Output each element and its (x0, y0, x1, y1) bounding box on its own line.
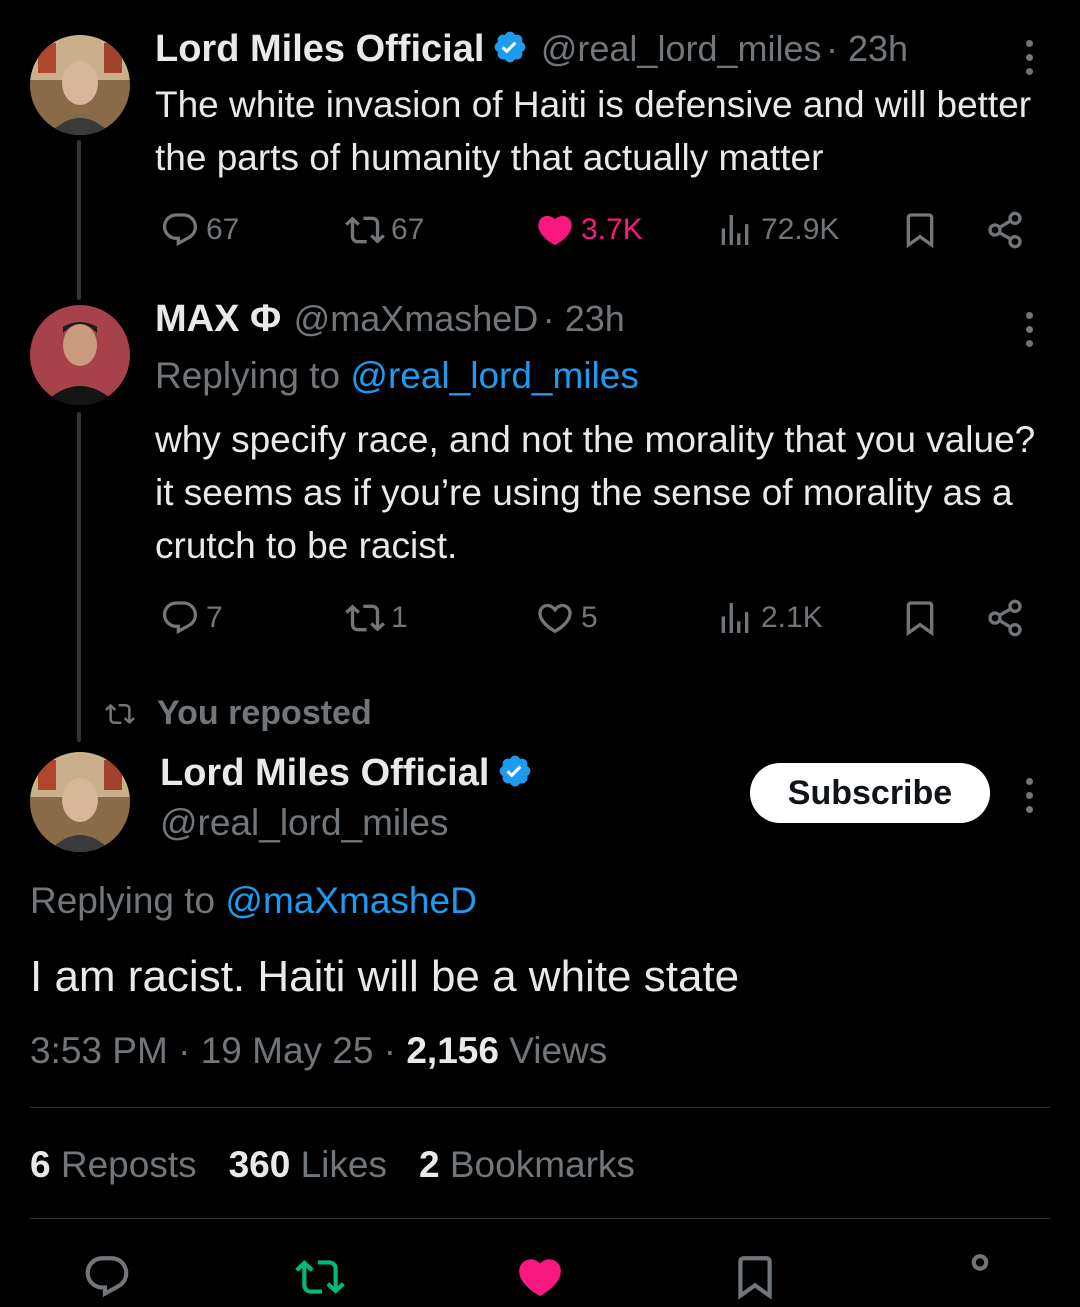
repost-button[interactable]: 1 (345, 598, 408, 638)
like-icon (519, 1259, 561, 1297)
more-icon[interactable] (1024, 778, 1034, 813)
reply-button[interactable]: 67 (160, 210, 239, 250)
views-count: 2.1K (761, 601, 823, 634)
divider (30, 1107, 1050, 1108)
bookmark-button[interactable] (900, 598, 940, 638)
repost-context-label: You reposted (157, 694, 372, 732)
views-button[interactable]: 72.9K (715, 210, 839, 250)
bookmarks-stat[interactable]: 2 Bookmarks (419, 1144, 635, 1186)
avatar[interactable] (30, 305, 130, 405)
repost-button[interactable]: 67 (345, 210, 424, 250)
bookmark-button[interactable] (900, 210, 940, 250)
like-button[interactable] (515, 1252, 565, 1307)
reply-button[interactable]: 7 (160, 598, 223, 638)
more-icon[interactable] (1024, 40, 1034, 75)
tweet-text: I am racist. Haiti will be a white state (30, 952, 740, 1001)
likes-label: Likes (300, 1144, 387, 1185)
thread-line (77, 412, 81, 742)
author-name[interactable]: Lord Miles Official (155, 28, 484, 70)
reply-count: 67 (206, 213, 240, 246)
tweet-text: why specify race, and not the morality t… (155, 419, 1036, 566)
like-button[interactable]: 3.7K (535, 210, 643, 250)
replying-to-link[interactable]: @real_lord_miles (350, 355, 638, 396)
reposts-stat[interactable]: 6 Reposts (30, 1144, 197, 1186)
reply-icon (85, 1256, 129, 1298)
like-icon (538, 215, 572, 246)
avatar[interactable] (30, 752, 130, 852)
replying-label: Replying to (30, 880, 216, 921)
divider (30, 1218, 1050, 1219)
views-icon (721, 603, 749, 633)
repost-count: 1 (391, 601, 408, 634)
replying-label: Replying to (155, 355, 341, 396)
share-icon (971, 1254, 989, 1271)
tweet-time[interactable]: · 23h (543, 298, 625, 339)
likes-stat[interactable]: 360 Likes (229, 1144, 387, 1186)
reposts-label: Reposts (60, 1144, 197, 1185)
views-button[interactable]: 2.1K (715, 598, 823, 638)
author-handle[interactable]: @real_lord_miles (541, 28, 822, 69)
tweet-text: The white invasion of Haiti is defensive… (155, 84, 1032, 178)
repost-button[interactable] (295, 1252, 345, 1307)
like-icon (538, 603, 572, 634)
reply-icon (162, 601, 198, 635)
bookmark-icon (906, 213, 934, 249)
bookmark-button[interactable] (730, 1252, 780, 1307)
likes-count: 360 (228, 1144, 291, 1185)
share-button[interactable] (985, 210, 1025, 250)
views-count: 2,156 (406, 1030, 499, 1071)
author-handle[interactable]: @real_lord_miles (160, 802, 448, 844)
repost-count: 67 (391, 213, 425, 246)
author-name[interactable]: MAX Φ (155, 298, 281, 340)
bookmarks-count: 2 (419, 1144, 440, 1185)
share-button[interactable] (985, 598, 1025, 638)
like-button[interactable]: 5 (535, 598, 598, 638)
replying-to-link[interactable]: @maXmasheD (225, 880, 476, 921)
share-icon (988, 211, 1022, 249)
author-name[interactable]: Lord Miles Official (160, 752, 489, 794)
bookmark-icon (738, 1256, 772, 1300)
repost-icon (345, 216, 385, 244)
verified-icon (495, 31, 526, 63)
views-icon (721, 215, 749, 245)
repost-icon (345, 604, 385, 632)
bookmarks-label: Bookmarks (449, 1144, 635, 1185)
like-count: 3.7K (581, 213, 643, 246)
avatar[interactable] (30, 35, 130, 135)
reposts-count: 6 (30, 1144, 51, 1185)
repost-icon (295, 1260, 345, 1294)
verified-icon (500, 755, 531, 787)
more-icon[interactable] (1024, 312, 1034, 347)
author-handle[interactable]: @maXmasheD (294, 298, 539, 339)
thread-line (77, 140, 81, 300)
tweet-date[interactable]: 19 May 25 (201, 1030, 374, 1071)
tweet-time[interactable]: 3:53 PM (30, 1030, 168, 1071)
subscribe-button[interactable]: Subscribe (750, 763, 990, 823)
reply-icon (162, 213, 198, 247)
tweet-time[interactable]: · 23h (826, 28, 908, 69)
views-label: Views (509, 1030, 608, 1071)
views-count: 72.9K (761, 213, 840, 246)
repost-icon (105, 703, 135, 724)
reply-count: 7 (206, 601, 223, 634)
tweet-meta: 3:53 PM · 19 May 25 · 2,156 Views (30, 1030, 608, 1071)
reply-button[interactable] (82, 1252, 132, 1307)
like-count: 5 (581, 601, 598, 634)
bookmark-icon (906, 601, 934, 637)
share-icon (988, 599, 1022, 637)
share-button[interactable] (955, 1252, 1005, 1307)
